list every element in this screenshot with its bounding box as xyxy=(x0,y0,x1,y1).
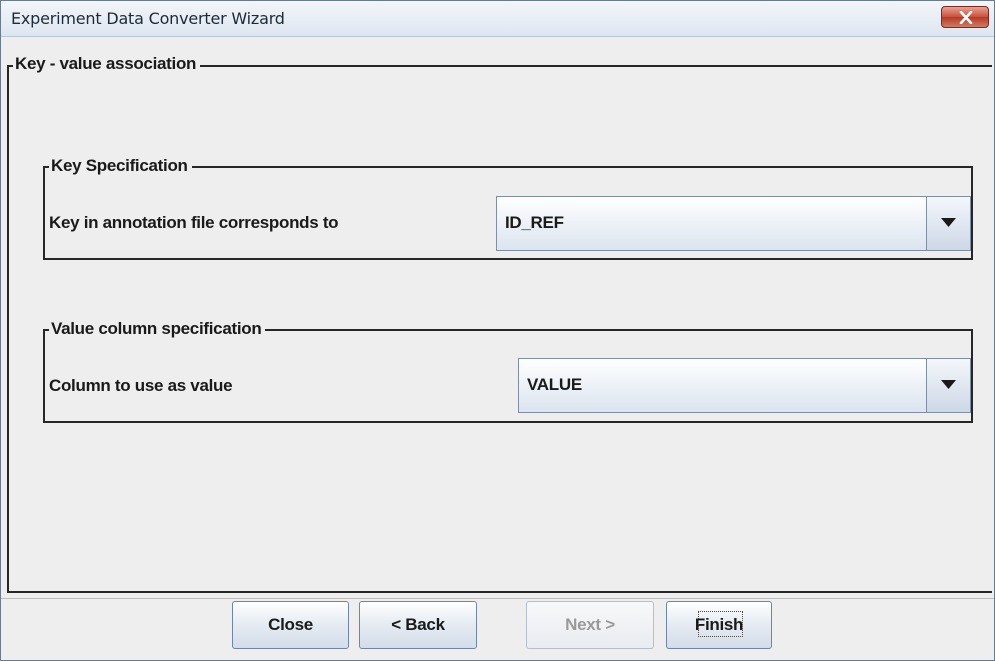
value-column-dropdown-button[interactable] xyxy=(926,359,970,412)
key-value-association-legend: Key - value association xyxy=(13,54,201,74)
back-button[interactable]: < Back xyxy=(359,601,477,649)
window-close-button[interactable] xyxy=(941,6,989,28)
chevron-down-icon xyxy=(941,218,956,227)
value-column-dropdown[interactable]: VALUE xyxy=(518,358,971,413)
finish-button[interactable]: Finish xyxy=(666,601,772,649)
focus-indicator xyxy=(698,611,743,637)
key-column-dropdown[interactable]: ID_REF xyxy=(496,196,971,251)
key-column-dropdown-button[interactable] xyxy=(926,197,970,250)
key-field-label: Key in annotation file corresponds to xyxy=(49,213,339,232)
chevron-down-icon xyxy=(941,380,956,389)
value-column-selected-value: VALUE xyxy=(527,375,582,394)
button-bar-separator xyxy=(1,598,994,599)
key-specification-legend: Key Specification xyxy=(49,156,192,176)
window-title: Experiment Data Converter Wizard xyxy=(11,9,285,28)
wizard-window: Experiment Data Converter Wizard Key - v… xyxy=(0,0,995,661)
title-bar[interactable]: Experiment Data Converter Wizard xyxy=(1,1,994,37)
close-button[interactable]: Close xyxy=(232,601,349,649)
close-icon xyxy=(959,11,973,24)
key-column-selected-value: ID_REF xyxy=(505,213,564,232)
value-column-specification-legend: Value column specification xyxy=(49,319,266,339)
next-button: Next > xyxy=(526,601,654,649)
value-field-label: Column to use as value xyxy=(49,376,233,395)
